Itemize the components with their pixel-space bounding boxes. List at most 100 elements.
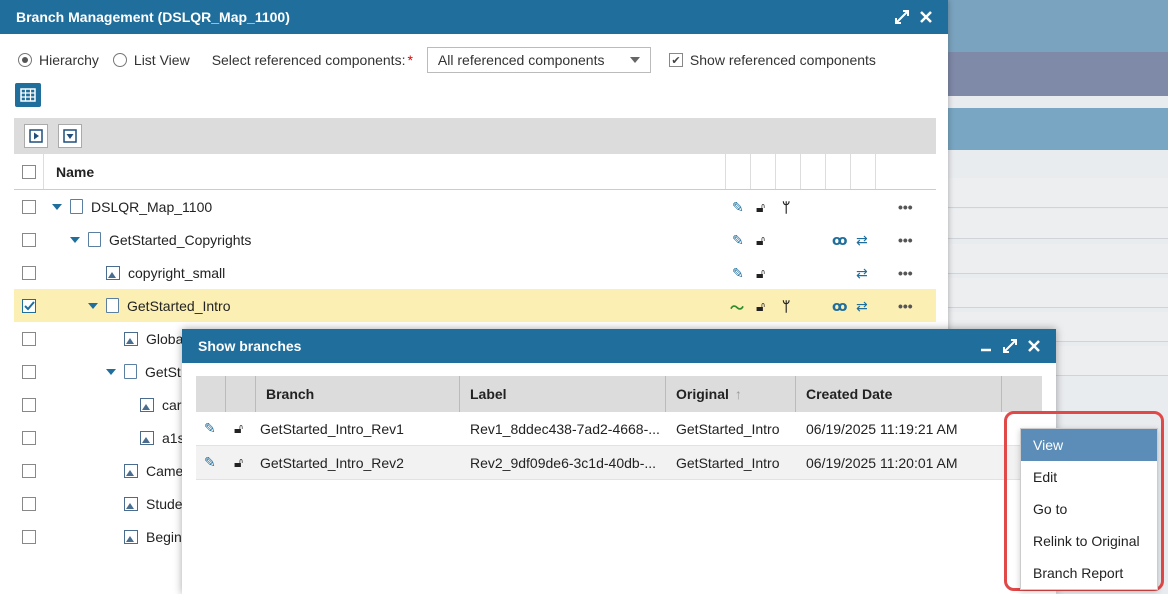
branch-icon[interactable]: ᛘ — [782, 199, 790, 215]
menu-item-relink[interactable]: Relink to Original — [1021, 525, 1157, 557]
row-checkbox[interactable] — [22, 529, 36, 544]
pencil-icon[interactable]: ✎ — [196, 454, 226, 471]
binoculars-icon[interactable]: ꝏ — [832, 298, 847, 315]
branches-table-header: Branch Label Original ↑ Created Date — [196, 376, 1042, 412]
dialog-title: Branch Management (DSLQR_Map_1100) — [16, 9, 290, 25]
sync-icon[interactable]: ⇄ — [856, 232, 868, 249]
hierarchy-radio[interactable] — [18, 53, 32, 67]
row-checkbox[interactable] — [22, 232, 36, 247]
menu-item-go-to[interactable]: Go to — [1021, 493, 1157, 525]
tree-item-label: Stude — [146, 495, 183, 512]
tree-row[interactable]: copyright_small ✎ 🔓︎ ⇄ ••• — [14, 256, 936, 289]
table-icon — [20, 88, 36, 102]
row-checkbox[interactable] — [22, 199, 36, 214]
sync-icon[interactable]: ⇄ — [856, 265, 868, 282]
row-checkbox[interactable] — [22, 331, 36, 346]
expand-icon[interactable] — [70, 236, 80, 243]
unlock-icon[interactable]: 🔓︎ — [756, 232, 765, 249]
row-checkbox[interactable] — [22, 496, 36, 511]
show-referenced-checkbox[interactable]: ✔ — [668, 53, 683, 67]
row-checkbox[interactable] — [22, 463, 36, 478]
image-icon — [124, 529, 138, 544]
image-icon — [140, 397, 154, 412]
image-icon — [140, 430, 154, 445]
row-checkbox[interactable] — [22, 397, 36, 412]
expand-all-button[interactable] — [24, 124, 48, 148]
binoculars-icon[interactable]: ꝏ — [832, 232, 847, 249]
expand-icon[interactable] — [106, 368, 116, 375]
tree-item-label: car — [162, 396, 182, 413]
image-icon — [124, 331, 138, 346]
branches-title: Show branches — [198, 338, 302, 354]
tree-item-label: copyright_small — [128, 264, 226, 281]
more-icon[interactable]: ••• — [898, 265, 913, 281]
row-checkbox[interactable] — [22, 430, 36, 445]
pencil-icon[interactable]: ✎ — [732, 199, 744, 216]
more-icon[interactable]: ••• — [898, 232, 913, 248]
name-column-header[interactable]: Name — [44, 154, 726, 189]
table-row[interactable]: ✎ 🔓︎ GetStarted_Intro_Rev2 Rev2_9df09de6… — [196, 446, 1042, 480]
dropdown-icon — [63, 129, 77, 143]
grid-view-button[interactable] — [15, 83, 41, 107]
branch-created-date: 06/19/2025 11:19:21 AM — [806, 420, 958, 437]
row-checkbox[interactable] — [22, 265, 36, 280]
maximize-icon[interactable] — [894, 9, 910, 25]
branch-label: Rev1_8ddec438-7ad2-4668-... — [470, 420, 660, 437]
show-branches-dialog: Show branches Branch Label Original ↑ Cre… — [182, 329, 1056, 594]
branch-original: GetStarted_Intro — [676, 454, 780, 471]
minimize-icon[interactable] — [978, 338, 994, 354]
file-code-icon — [70, 199, 83, 214]
menu-item-view[interactable]: View — [1021, 429, 1157, 461]
expand-icon[interactable] — [52, 203, 62, 210]
branch-original: GetStarted_Intro — [676, 420, 780, 437]
tree-row[interactable]: GetStarted_Copyrights ✎ 🔓︎ ꝏ ⇄ ••• — [14, 223, 936, 256]
unlock-icon[interactable]: 🔓︎ — [756, 265, 765, 282]
pencil-icon[interactable]: ✎ — [732, 265, 744, 282]
tree-item-label: Came — [146, 462, 184, 479]
signature-icon[interactable]: 〜 — [730, 298, 744, 318]
collapse-all-button[interactable] — [58, 124, 82, 148]
unlock-icon[interactable]: 🔓︎ — [756, 298, 765, 315]
branch-icon[interactable]: ᛘ — [782, 298, 790, 314]
image-icon — [124, 496, 138, 511]
referenced-components-label: Select referenced components: * — [211, 52, 413, 68]
close-icon[interactable] — [1026, 338, 1042, 354]
file-code-icon — [124, 364, 137, 379]
column-label[interactable]: Label — [460, 376, 666, 412]
referenced-components-select[interactable]: All referenced components — [426, 47, 651, 73]
pencil-icon[interactable]: ✎ — [196, 420, 226, 437]
list-view-radio[interactable] — [112, 53, 127, 67]
row-checkbox[interactable] — [22, 298, 36, 313]
menu-item-edit[interactable]: Edit — [1021, 461, 1157, 493]
tree-item-label: GetStarted_Intro — [127, 297, 231, 314]
close-icon[interactable] — [918, 9, 934, 25]
branch-created-date: 06/19/2025 11:20:01 AM — [806, 454, 958, 471]
maximize-icon[interactable] — [1002, 338, 1018, 354]
more-icon[interactable]: ••• — [898, 199, 913, 215]
more-icon[interactable]: ••• — [898, 298, 913, 314]
row-checkbox[interactable] — [22, 364, 36, 379]
column-created-date[interactable]: Created Date — [796, 376, 1002, 412]
dialog-titlebar: Branch Management (DSLQR_Map_1100) — [0, 0, 948, 34]
unlock-icon[interactable]: 🔓︎ — [756, 199, 765, 216]
view-options: Hierarchy List View Select referenced co… — [18, 47, 890, 73]
expand-icon[interactable] — [88, 302, 98, 309]
branches-titlebar: Show branches — [182, 329, 1056, 363]
sync-icon[interactable]: ⇄ — [856, 298, 868, 315]
file-code-icon — [106, 298, 119, 313]
tree-row-selected[interactable]: GetStarted_Intro 〜 🔓︎ ᛘ ꝏ ⇄ ••• — [14, 289, 936, 322]
tree-header: Name — [14, 154, 936, 190]
sort-asc-icon: ↑ — [734, 386, 742, 402]
table-row[interactable]: ✎ 🔓︎ GetStarted_Intro_Rev1 Rev1_8ddec438… — [196, 412, 1042, 446]
hierarchy-label: Hierarchy — [39, 52, 99, 68]
context-menu: View Edit Go to Relink to Original Branc… — [1020, 428, 1158, 590]
menu-item-branch-report[interactable]: Branch Report — [1021, 557, 1157, 589]
unlock-icon[interactable]: 🔓︎ — [226, 420, 256, 437]
column-original[interactable]: Original ↑ — [666, 376, 796, 412]
column-branch[interactable]: Branch — [256, 376, 460, 412]
pencil-icon[interactable]: ✎ — [732, 232, 744, 249]
select-all-checkbox[interactable] — [21, 164, 36, 179]
unlock-icon[interactable]: 🔓︎ — [226, 454, 256, 471]
branch-label: Rev2_9df09de6-3c1d-40db-... — [470, 454, 657, 471]
tree-row[interactable]: DSLQR_Map_1100 ✎ 🔓︎ ᛘ ••• — [14, 190, 936, 223]
